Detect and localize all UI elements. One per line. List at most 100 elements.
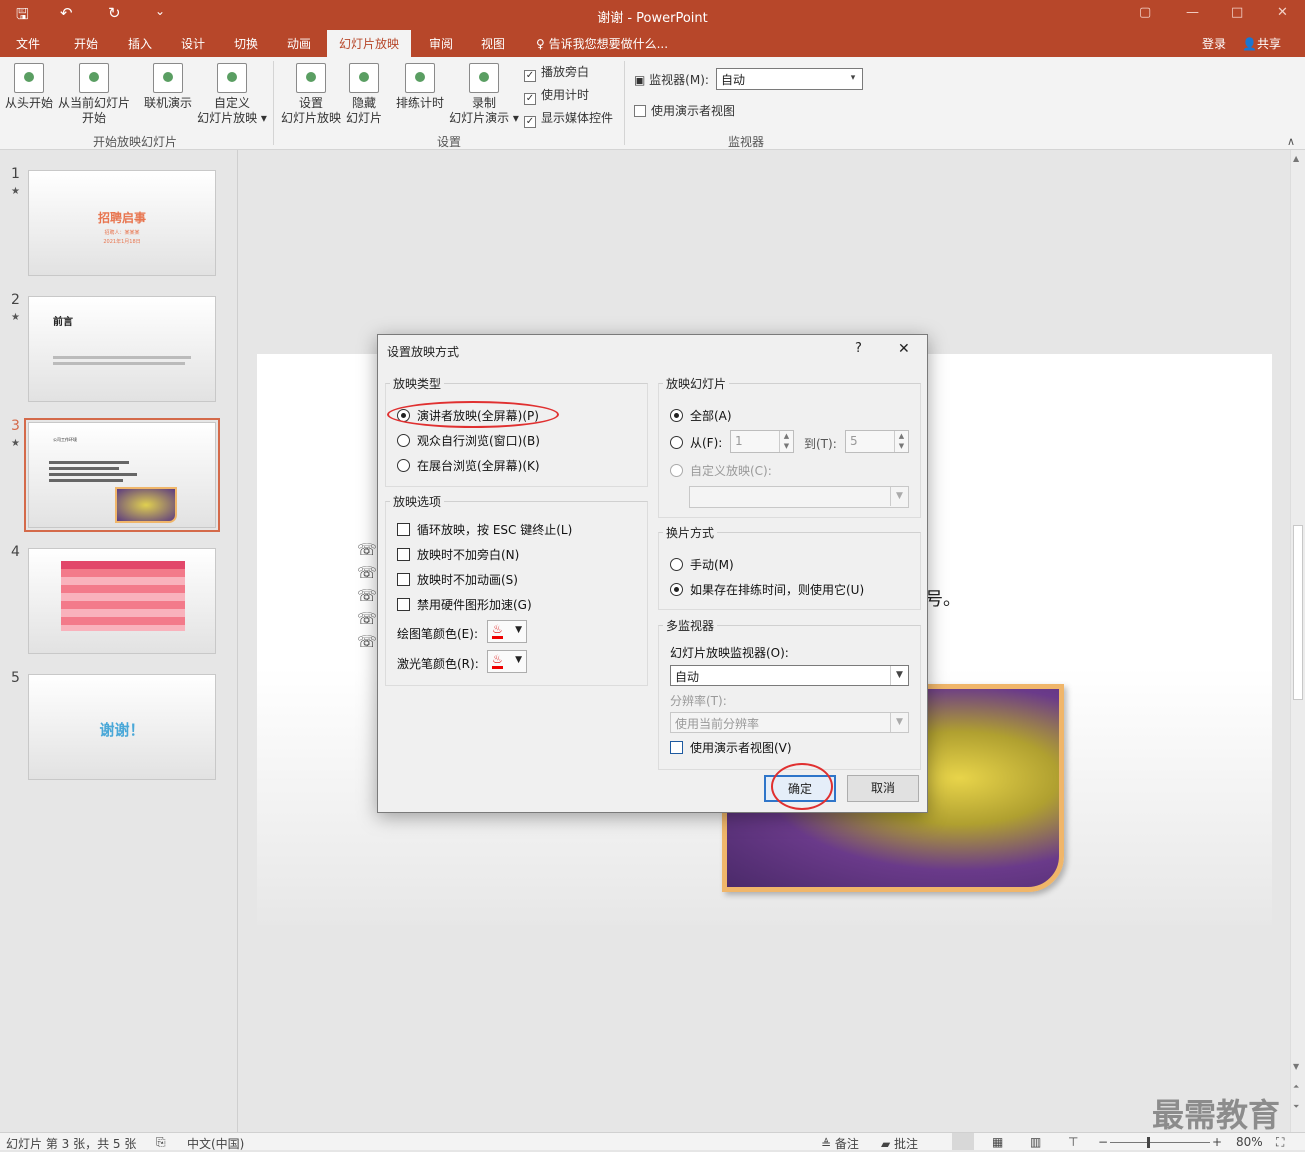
tab-view[interactable]: 视图 [481, 35, 505, 52]
tab-insert[interactable]: 插入 [128, 35, 152, 52]
slide-thumbnail-4[interactable] [28, 548, 216, 654]
from-slide-radio[interactable]: 从(F): [670, 434, 722, 451]
laser-color-picker[interactable]: ♨ ▼ [487, 650, 527, 673]
sign-in-link[interactable]: 登录 [1202, 35, 1226, 52]
annotation-circle [771, 763, 833, 810]
paint-bucket-icon: ♨ [492, 653, 503, 669]
monitor-select[interactable]: 自动 ▾ [716, 68, 863, 90]
checkbox-icon [397, 573, 410, 586]
ribbon-display-icon[interactable]: ▢ [1139, 5, 1151, 20]
slide-thumbnail-1[interactable]: 招聘启事 招聘人：某某某 2021年1月18日 [28, 170, 216, 276]
from-start-button[interactable]: 从头开始 [4, 63, 54, 111]
scroll-down-icon[interactable]: ▼ [1293, 1062, 1299, 1071]
thumbnail-title: 公司工作环境 [53, 437, 77, 442]
tab-file[interactable]: 文件 [16, 35, 40, 52]
zoom-slider[interactable] [1110, 1142, 1210, 1143]
spellcheck-icon[interactable]: ⎘ [156, 1135, 166, 1150]
zoom-slider-thumb[interactable] [1147, 1137, 1150, 1148]
individual-window-radio[interactable]: 观众自行浏览(窗口)(B) [397, 432, 540, 449]
zoom-in-icon[interactable]: + [1212, 1135, 1222, 1149]
online-present-button[interactable]: 联机演示 [141, 63, 195, 111]
use-timings-checkbox[interactable]: ✓ 使用计时 [524, 86, 589, 105]
zoom-level[interactable]: 80% [1236, 1135, 1263, 1149]
checkbox-icon [397, 548, 410, 561]
scrollbar-thumb[interactable] [1293, 525, 1303, 700]
custom-show-select[interactable]: ▼ [689, 486, 909, 508]
close-window-button[interactable]: ✕ [1277, 5, 1288, 20]
tab-home[interactable]: 开始 [74, 35, 98, 52]
zoom-out-icon[interactable]: − [1098, 1135, 1108, 1149]
slideshow-monitor-select[interactable]: 自动 ▼ [670, 665, 909, 686]
use-presenter-view-checkbox[interactable]: 使用演示者视图(V) [670, 739, 792, 756]
tab-review[interactable]: 审阅 [429, 35, 453, 52]
show-media-controls-checkbox[interactable]: ✓ 显示媒体控件 [524, 109, 613, 128]
thumbnail-title: 招聘启事 [97, 211, 146, 225]
reading-view-icon[interactable]: ▥ [1030, 1135, 1041, 1149]
thumbnail-photo [115, 487, 177, 523]
close-dialog-button[interactable]: ✕ [898, 341, 910, 357]
thumbnail-date: 2021年1月18日 [103, 239, 141, 245]
thumbnail-table [61, 561, 185, 631]
tab-transitions[interactable]: 切换 [234, 35, 258, 52]
advance-manual-radio[interactable]: 手动(M) [670, 556, 734, 573]
slideshow-view-icon[interactable]: ⊤ [1068, 1135, 1078, 1149]
comments-button[interactable]: ▰ 批注 [881, 1135, 918, 1152]
resolution-select[interactable]: 使用当前分辨率 ▼ [670, 712, 909, 733]
minimize-button[interactable]: — [1186, 5, 1199, 20]
all-slides-radio[interactable]: 全部(A) [670, 407, 732, 424]
kiosk-fullscreen-radio[interactable]: 在展台浏览(全屏幕)(K) [397, 457, 540, 474]
rehearse-timings-button[interactable]: 排练计时 [393, 63, 447, 111]
pen-color-picker[interactable]: ♨ ▼ [487, 620, 527, 643]
normal-view-icon[interactable] [952, 1133, 974, 1150]
from-current-button[interactable]: 从当前幻灯片 开始 [57, 63, 131, 126]
show-slides-legend: 放映幻灯片 [663, 375, 730, 392]
slide-thumbnail-5[interactable]: 谢谢！ [28, 674, 216, 780]
globe-icon [153, 63, 183, 93]
vertical-scrollbar[interactable]: ▲ ▼ ⏶ ⏷ [1290, 150, 1305, 1132]
tab-animations[interactable]: 动画 [287, 35, 311, 52]
maximize-button[interactable]: □ [1231, 5, 1243, 20]
disable-hw-accel-checkbox[interactable]: 禁用硬件图形加速(G) [397, 596, 532, 613]
next-slide-icon[interactable]: ⏷ [1293, 1102, 1299, 1112]
radio-icon [670, 464, 683, 477]
fit-to-window-icon[interactable]: ⛶ [1276, 1135, 1284, 1150]
hide-slide-button[interactable]: 隐藏 幻灯片 [343, 63, 385, 126]
previous-slide-icon[interactable]: ⏶ [1293, 1082, 1299, 1092]
notes-button[interactable]: ≜ 备注 [821, 1135, 859, 1152]
record-icon [469, 63, 499, 93]
tell-me-search[interactable]: ♀ 告诉我您想要做什么... [536, 35, 668, 52]
no-animation-checkbox[interactable]: 放映时不加动画(S) [397, 571, 518, 588]
help-button[interactable]: ? [855, 341, 862, 356]
presenter-view-checkbox[interactable]: 使用演示者视图 [634, 102, 735, 119]
from-slide-spinner[interactable]: 1 ▲ ▼ [730, 430, 794, 453]
dialog-title: 设置放映方式 [387, 345, 460, 359]
tab-slideshow[interactable]: 幻灯片放映 [327, 30, 412, 57]
collapse-ribbon-icon[interactable]: ∧ [1287, 135, 1295, 148]
group-label-monitor: 监视器 [728, 135, 765, 149]
slide-thumbnail-3[interactable]: 公司工作环境 [24, 418, 220, 532]
record-slideshow-button[interactable]: 录制 幻灯片演示 ▾ [449, 63, 519, 126]
separator [273, 61, 274, 145]
slideshow-play-icon [14, 63, 44, 93]
to-slide-spinner[interactable]: 5 ▲ ▼ [845, 430, 909, 453]
show-options-legend: 放映选项 [390, 493, 445, 510]
status-bar: 幻灯片 第 3 张，共 5 张 ⎘ 中文(中国) ≜ 备注 ▰ 批注 ▦ ▥ ⊤… [0, 1132, 1305, 1152]
slide-sorter-icon[interactable]: ▦ [992, 1135, 1003, 1149]
share-button[interactable]: 👤共享 [1242, 35, 1281, 52]
thumbnail-text-line [49, 473, 137, 476]
setup-slideshow-button[interactable]: 设置 幻灯片放映 [279, 63, 343, 126]
slide-thumbnail-2[interactable]: 前言 [28, 296, 216, 402]
custom-show-radio[interactable]: 自定义放映(C): [670, 462, 772, 479]
custom-slideshow-icon [217, 63, 247, 93]
slide-number: 1 [11, 166, 20, 182]
no-narration-checkbox[interactable]: 放映时不加旁白(N) [397, 546, 519, 563]
language-indicator[interactable]: 中文(中国) [187, 1135, 244, 1152]
loop-checkbox[interactable]: 循环放映，按 ESC 键终止(L) [397, 521, 572, 538]
tab-design[interactable]: 设计 [181, 35, 205, 52]
scroll-up-icon[interactable]: ▲ [1293, 154, 1299, 163]
custom-slideshow-button[interactable]: 自定义 幻灯片放映 ▾ [196, 63, 268, 126]
thumbnail-title: 前言 [53, 317, 73, 328]
cancel-button[interactable]: 取消 [847, 775, 919, 802]
play-narrations-checkbox[interactable]: ✓ 播放旁白 [524, 63, 589, 82]
advance-timings-radio[interactable]: 如果存在排练时间，则使用它(U) [670, 581, 864, 598]
